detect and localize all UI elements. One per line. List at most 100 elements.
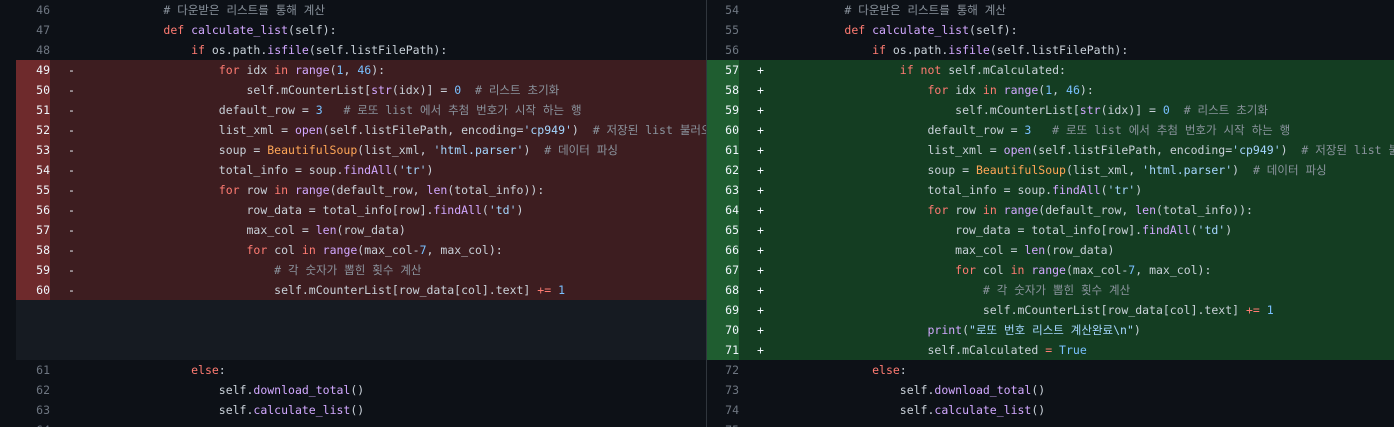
diff-line-deleted[interactable]: 51- default_row = 3 # 로또 list 에서 추첨 번호가 …	[16, 100, 706, 120]
diff-line-context[interactable]: 62 self.download_total()	[16, 380, 706, 400]
line-number[interactable]: 58	[16, 240, 50, 260]
diff-line-context[interactable]: 54 # 다운받은 리스트를 통해 계산	[707, 0, 1394, 20]
diff-line-added[interactable]: 71 + self.mCalculated = True	[707, 340, 1394, 360]
line-number[interactable]: 59	[707, 100, 739, 120]
diff-line-deleted[interactable]: 49- for idx in range(1, 46):	[16, 60, 706, 80]
line-number[interactable]: 56	[16, 200, 50, 220]
diff-line-context[interactable]: 72 else:	[707, 360, 1394, 380]
line-number[interactable]: 61	[16, 360, 50, 380]
code-token: (	[391, 163, 399, 177]
diff-line-context[interactable]: 73 self.download_total()	[707, 380, 1394, 400]
diff-line-context[interactable]: 64	[16, 420, 706, 427]
diff-line-deleted[interactable]: 57- max_col = len(row_data)	[16, 220, 706, 240]
diff-line-context[interactable]: 46 # 다운받은 리스트를 통해 계산	[16, 0, 706, 20]
diff-line-context[interactable]: 55 def calculate_list(self):	[707, 20, 1394, 40]
line-number[interactable]: 47	[16, 20, 50, 40]
code-token: self.mCounterList[row_data[col].text]	[982, 303, 1246, 317]
diff-line-added[interactable]: 63 + total_info = soup.findAll('tr')	[707, 180, 1394, 200]
line-number[interactable]: 50	[16, 80, 50, 100]
line-number[interactable]: 73	[707, 380, 739, 400]
diff-line-added[interactable]: 62 + soup = BeautifulSoup(list_xml, 'html…	[707, 160, 1394, 180]
line-number[interactable]: 75	[707, 420, 739, 427]
diff-line-context[interactable]: 48 if os.path.isfile(self.listFilePath):	[16, 40, 706, 60]
line-number[interactable]: 64	[707, 200, 739, 220]
diff-line-added[interactable]: 58 + for idx in range(1, 46):	[707, 80, 1394, 100]
code-token: , max_col):	[426, 243, 503, 257]
diff-line-added[interactable]: 69 + self.mCounterList[row_data[col].text…	[707, 300, 1394, 320]
diff-line-context[interactable]: 75	[707, 420, 1394, 427]
line-number[interactable]: 57	[707, 60, 739, 80]
line-number[interactable]: 68	[707, 280, 739, 300]
line-number[interactable]: 63	[16, 400, 50, 420]
code-text: self.mCalculated = True	[789, 340, 1394, 360]
diff-line-added[interactable]: 65 + row_data = total_info[row].findAll('…	[707, 220, 1394, 240]
code-token: 'html.parser'	[1142, 163, 1233, 177]
diff-line-context[interactable]: 47 def calculate_list(self):	[16, 20, 706, 40]
diff-line-deleted[interactable]: 54- total_info = soup.findAll('tr')	[16, 160, 706, 180]
diff-line-deleted[interactable]: 59- # 각 숫자가 뽑힌 횟수 계산	[16, 260, 706, 280]
line-number[interactable]: 58	[707, 80, 739, 100]
diff-line-added[interactable]: 59 + self.mCounterList[str(idx)] = 0 # 리스…	[707, 100, 1394, 120]
diff-marker: -	[50, 220, 108, 240]
diff-line-deleted[interactable]: 56- row_data = total_info[row].findAll('…	[16, 200, 706, 220]
diff-line-context[interactable]: 74 self.calculate_list()	[707, 400, 1394, 420]
line-number[interactable]: 46	[16, 0, 50, 20]
diff-line-deleted[interactable]: 53- soup = BeautifulSoup(list_xml, 'html…	[16, 140, 706, 160]
line-number[interactable]: 72	[707, 360, 739, 380]
line-number[interactable]: 52	[16, 120, 50, 140]
diff-line-added[interactable]: 60 + default_row = 3 # 로또 list 에서 추첨 번호가 …	[707, 120, 1394, 140]
line-number[interactable]: 63	[707, 180, 739, 200]
diff-line-added[interactable]: 61 + list_xml = open(self.listFilePath, e…	[707, 140, 1394, 160]
line-number[interactable]: 74	[707, 400, 739, 420]
diff-line-deleted[interactable]: 52- list_xml = open(self.listFilePath, e…	[16, 120, 706, 140]
line-number[interactable]: 70	[707, 320, 739, 340]
line-number[interactable]: 60	[707, 120, 739, 140]
line-number[interactable]: 64	[16, 420, 50, 427]
code-token: self.mCounterList[	[955, 103, 1080, 117]
line-number[interactable]: 57	[16, 220, 50, 240]
line-number[interactable]: 56	[707, 40, 739, 60]
line-number[interactable]: 48	[16, 40, 50, 60]
line-number[interactable]: 62	[16, 380, 50, 400]
diff-line-context[interactable]: 56 if os.path.isfile(self.listFilePath):	[707, 40, 1394, 60]
diff-line-added[interactable]: 57 + if not self.mCalculated:	[707, 60, 1394, 80]
line-number[interactable]: 60	[16, 280, 50, 300]
line-number[interactable]: 54	[16, 160, 50, 180]
line-number[interactable]: 71	[707, 340, 739, 360]
line-number[interactable]: 55	[707, 20, 739, 40]
code-text: else:	[789, 360, 1394, 380]
line-number[interactable]: 54	[707, 0, 739, 20]
line-number[interactable]: 49	[16, 60, 50, 80]
code-text: for idx in range(1, 46):	[789, 80, 1394, 100]
diff-line-added[interactable]: 67 + for col in range(max_col-7, max_col)…	[707, 260, 1394, 280]
line-number[interactable]: 61	[707, 140, 739, 160]
diff-line-context[interactable]: 61 else:	[16, 360, 706, 380]
line-number[interactable]: 51	[16, 100, 50, 120]
line-number[interactable]: 65	[707, 220, 739, 240]
line-number[interactable]: 67	[707, 260, 739, 280]
diff-line-added[interactable]: 68 + # 각 숫자가 뽑힌 횟수 계산	[707, 280, 1394, 300]
diff-line-deleted[interactable]: 55- for row in range(default_row, len(to…	[16, 180, 706, 200]
diff-line-added[interactable]: 70 + print("로또 번호 리스트 계산완료\n")	[707, 320, 1394, 340]
code-text: if not self.mCalculated:	[789, 60, 1394, 80]
line-number[interactable]: 55	[16, 180, 50, 200]
line-number[interactable]: 69	[707, 300, 739, 320]
diff-line-deleted[interactable]: 50- self.mCounterList[str(idx)] = 0 # 리스…	[16, 80, 706, 100]
line-number[interactable]: 66	[707, 240, 739, 260]
line-number[interactable]: 59	[16, 260, 50, 280]
diff-line-added[interactable]: 66 + max_col = len(row_data)	[707, 240, 1394, 260]
code-token: (	[1100, 183, 1108, 197]
diff-line-deleted[interactable]: 60- self.mCounterList[row_data[col].text…	[16, 280, 706, 300]
code-token: findAll	[1142, 223, 1191, 237]
diff-line-context[interactable]: 63 self.calculate_list()	[16, 400, 706, 420]
code-text: def calculate_list(self):	[108, 20, 706, 40]
diff-line-added[interactable]: 64 + for row in range(default_row, len(to…	[707, 200, 1394, 220]
split-diff-view: 46 # 다운받은 리스트를 통해 계산 47 def calculate_lis…	[0, 0, 1394, 427]
code-text: row_data = total_info[row].findAll('td')	[789, 220, 1394, 240]
line-number[interactable]: 53	[16, 140, 50, 160]
line-number[interactable]: 62	[707, 160, 739, 180]
diff-line-deleted[interactable]: 58- for col in range(max_col-7, max_col)…	[16, 240, 706, 260]
